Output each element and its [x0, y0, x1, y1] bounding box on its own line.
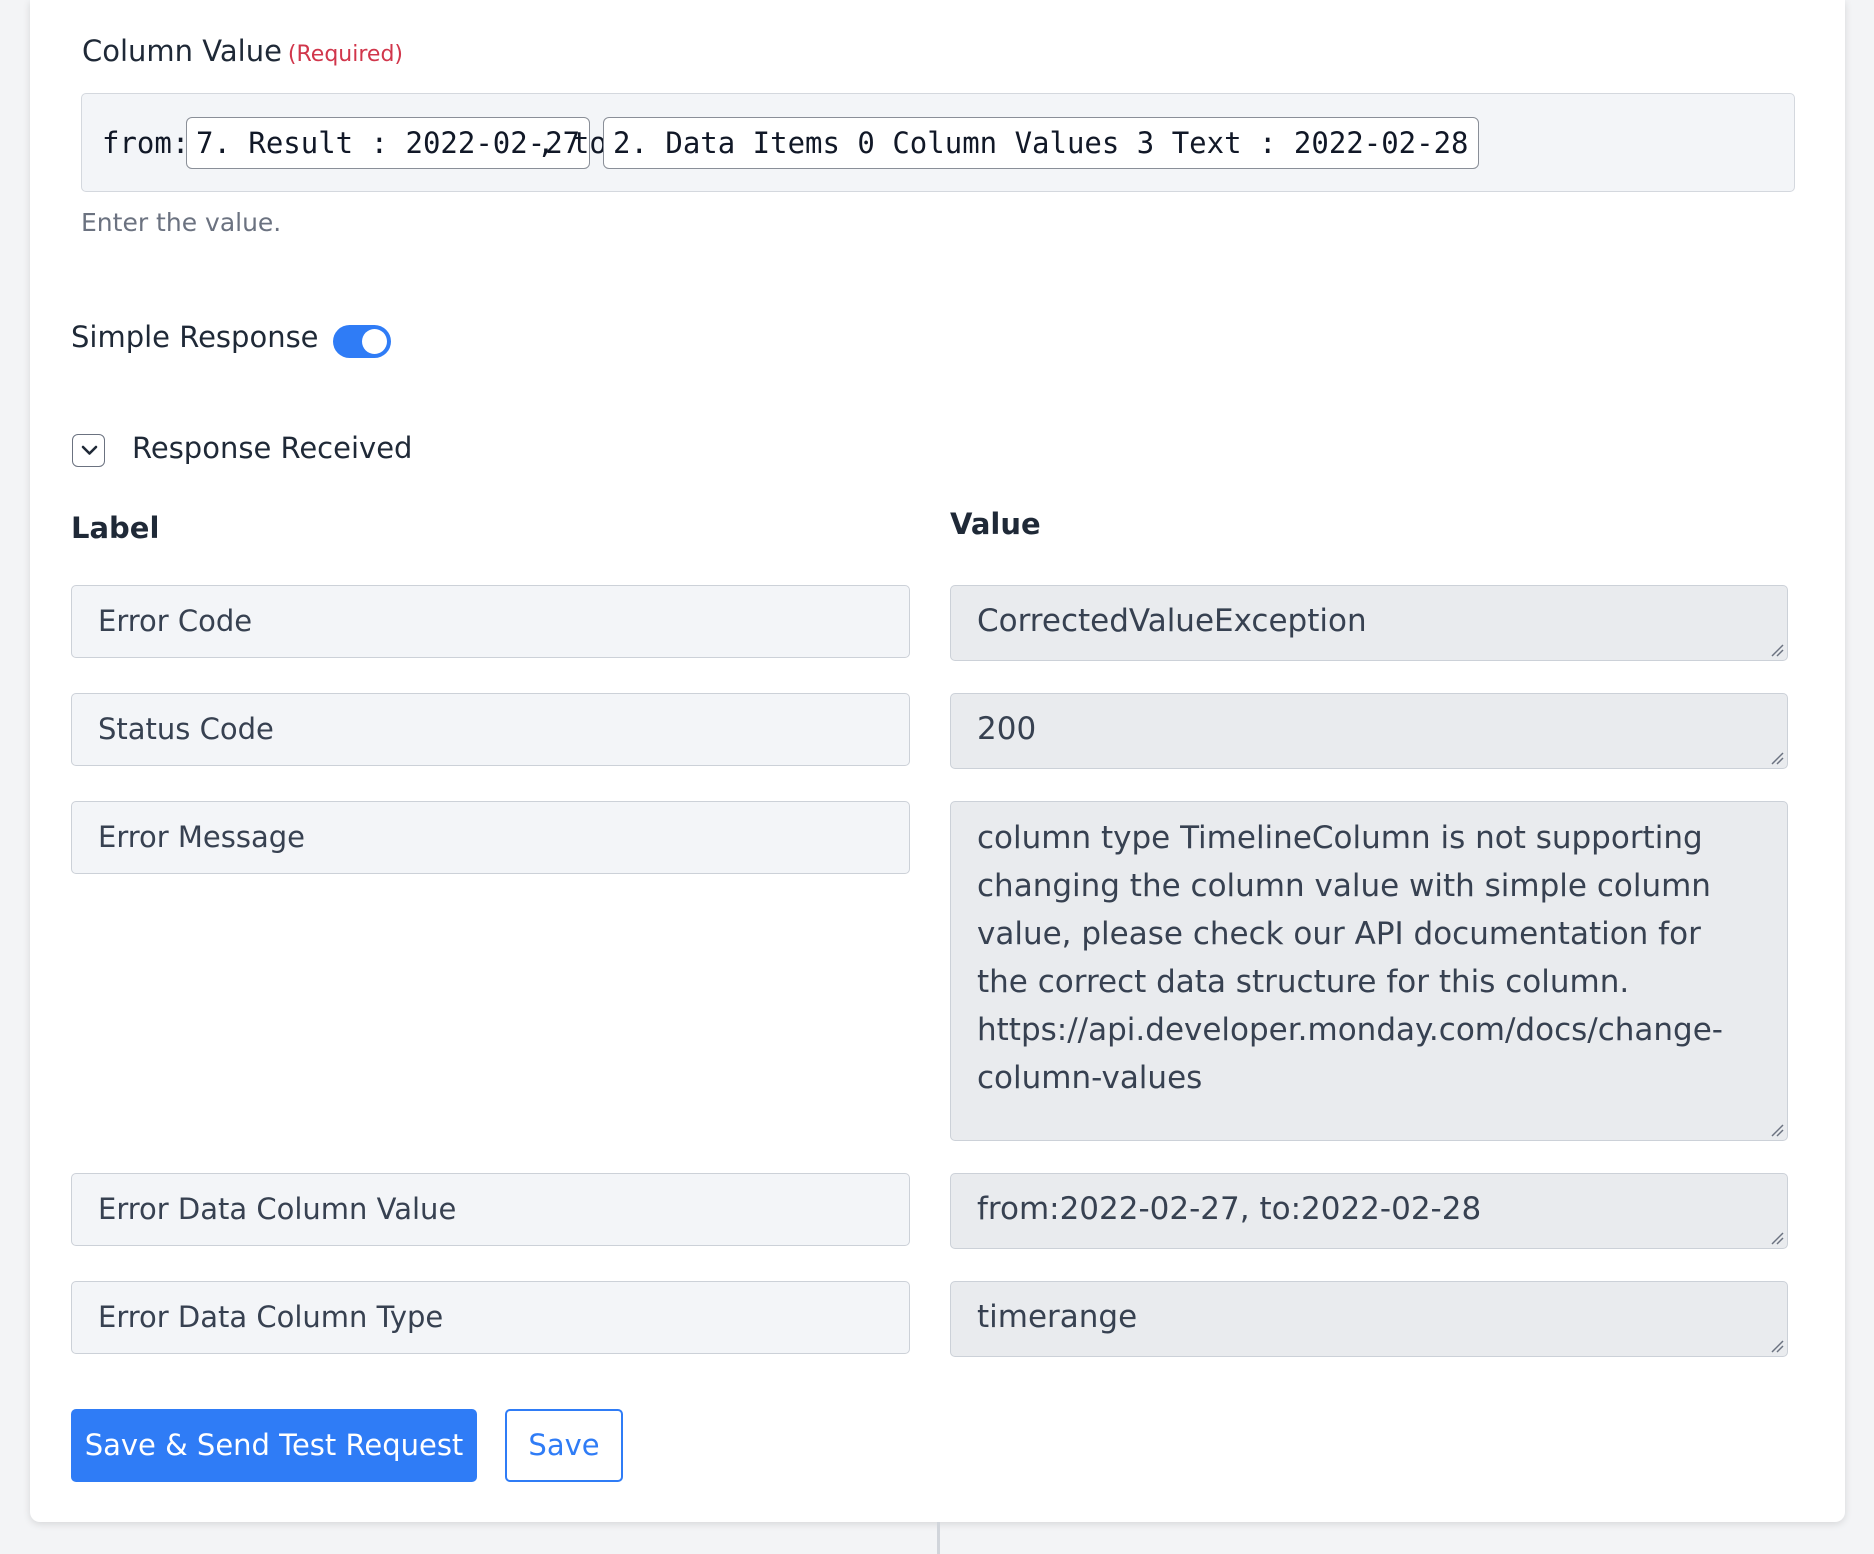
from-prefix: from:	[102, 126, 190, 160]
response-value-field[interactable]: column type TimelineColumn is not suppor…	[950, 801, 1788, 1141]
chevron-down-icon	[81, 445, 98, 455]
required-indicator: (Required)	[287, 42, 404, 67]
response-value-field[interactable]: CorrectedValueException	[950, 585, 1788, 661]
response-value-text: CorrectedValueException	[977, 603, 1367, 639]
column-value-help-text: Enter the value.	[81, 208, 282, 237]
simple-response-label: Simple Response	[71, 320, 319, 354]
column-value-label-text: Column Value	[82, 34, 282, 68]
label-column-header: Label	[71, 511, 160, 545]
response-label-field[interactable]: Error Message	[71, 801, 910, 874]
mapped-field-token[interactable]: 7. Result : 2022-02-27	[186, 117, 591, 169]
response-value-text: from:2022-02-27, to:2022-02-28	[977, 1191, 1482, 1227]
response-value-field[interactable]: 200	[950, 693, 1788, 769]
mapped-field-token[interactable]: 2. Data Items 0 Column Values 3 Text : 2…	[603, 117, 1479, 169]
response-received-collapse-button[interactable]	[72, 434, 105, 467]
toggle-knob	[362, 329, 387, 354]
resize-handle-icon[interactable]	[1770, 1231, 1784, 1245]
response-label-field[interactable]: Error Data Column Value	[71, 1173, 910, 1246]
save-button[interactable]: Save	[505, 1409, 623, 1482]
response-value-field[interactable]: timerange	[950, 1281, 1788, 1357]
resize-handle-icon[interactable]	[1770, 751, 1784, 765]
simple-response-toggle[interactable]	[333, 325, 391, 358]
response-label-field[interactable]: Error Data Column Type	[71, 1281, 910, 1354]
save-and-send-test-request-button[interactable]: Save & Send Test Request	[71, 1409, 477, 1482]
connector-line	[937, 1522, 940, 1554]
resize-handle-icon[interactable]	[1770, 643, 1784, 657]
response-value-text: column type TimelineColumn is not suppor…	[977, 820, 1723, 1096]
response-value-field[interactable]: from:2022-02-27, to:2022-02-28	[950, 1173, 1788, 1249]
value-column-header: Value	[950, 507, 1041, 541]
response-received-label: Response Received	[132, 431, 413, 465]
resize-handle-icon[interactable]	[1770, 1339, 1784, 1353]
response-label-field[interactable]: Error Code	[71, 585, 910, 658]
column-value-label: Column Value (Required)	[82, 34, 403, 68]
response-label-field[interactable]: Status Code	[71, 693, 910, 766]
resize-handle-icon[interactable]	[1770, 1123, 1784, 1137]
response-value-text: timerange	[977, 1299, 1138, 1335]
response-value-text: 200	[977, 711, 1037, 747]
